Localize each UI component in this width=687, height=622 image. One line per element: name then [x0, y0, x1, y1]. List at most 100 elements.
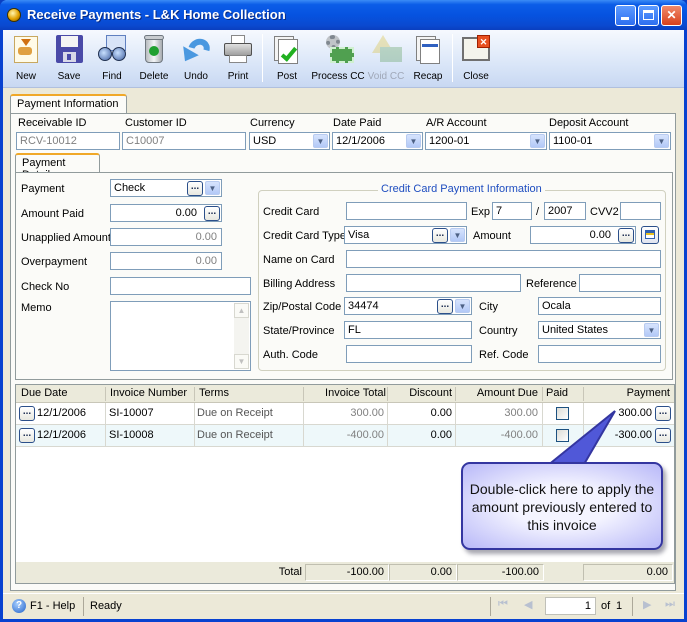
- overpayment-field[interactable]: 0.00: [110, 252, 222, 270]
- column-divider[interactable]: [303, 387, 304, 401]
- col-due-date[interactable]: Due Date: [21, 387, 67, 399]
- previous-page-icon[interactable]: ◀: [524, 598, 532, 611]
- state-field[interactable]: FL: [344, 321, 472, 339]
- next-page-icon[interactable]: ▶: [643, 598, 651, 611]
- currency-select[interactable]: USD ▼: [249, 132, 330, 150]
- col-discount[interactable]: Discount: [409, 387, 452, 399]
- ellipsis-icon[interactable]: ...: [204, 206, 220, 221]
- find-button[interactable]: Find: [91, 33, 133, 82]
- receivable-id-field[interactable]: RCV-10012: [16, 132, 120, 150]
- ellipsis-icon[interactable]: ...: [655, 406, 671, 421]
- ellipsis-icon[interactable]: ...: [618, 228, 634, 243]
- payment-method-select[interactable]: Check... ▼: [110, 179, 222, 197]
- ref-code-field[interactable]: [538, 345, 661, 363]
- post-button[interactable]: Post: [266, 33, 308, 82]
- status-divider: [490, 597, 491, 616]
- save-button[interactable]: Save: [48, 33, 90, 82]
- scroll-up-icon[interactable]: ▲: [234, 303, 249, 318]
- country-select[interactable]: United States ▼: [538, 321, 661, 339]
- recap-button[interactable]: Recap: [407, 33, 449, 82]
- first-page-icon[interactable]: ⏮: [498, 598, 508, 611]
- column-divider[interactable]: [542, 387, 543, 401]
- ellipsis-icon[interactable]: ...: [19, 428, 35, 443]
- auth-code-field[interactable]: [346, 345, 472, 363]
- credit-card-field[interactable]: [346, 202, 467, 220]
- memo-scrollbar[interactable]: ▲ ▼: [234, 303, 249, 369]
- card-type-select[interactable]: Visa... ▼: [344, 226, 467, 244]
- chevron-down-icon[interactable]: ▼: [313, 134, 328, 148]
- cc-amount-field[interactable]: 0.00...: [530, 226, 636, 244]
- col-invoice-number[interactable]: Invoice Number: [110, 387, 187, 399]
- memo-textarea[interactable]: ▲ ▼: [110, 301, 251, 371]
- billing-address-field[interactable]: [346, 274, 521, 292]
- total-amount-due: -100.00: [457, 564, 544, 581]
- close-label: Close: [463, 71, 489, 82]
- cc-amount-label: Amount: [473, 230, 511, 242]
- delete-button[interactable]: Delete: [133, 33, 175, 82]
- name-on-card-field[interactable]: [346, 250, 661, 268]
- ellipsis-icon[interactable]: ...: [655, 428, 671, 443]
- chevron-down-icon[interactable]: ▼: [450, 228, 465, 242]
- chevron-down-icon[interactable]: ▼: [455, 299, 470, 313]
- minimize-button[interactable]: [615, 5, 636, 26]
- column-divider[interactable]: [387, 387, 388, 401]
- chevron-down-icon[interactable]: ▼: [406, 134, 421, 148]
- chevron-down-icon[interactable]: ▼: [654, 134, 669, 148]
- zip-select[interactable]: 34474... ▼: [344, 297, 472, 315]
- maximize-button[interactable]: [638, 5, 659, 26]
- ar-account-select[interactable]: 1200-01 ▼: [425, 132, 547, 150]
- last-page-icon[interactable]: ⏭: [665, 598, 675, 611]
- amount-paid-field[interactable]: 0.00...: [110, 204, 222, 222]
- cvv2-field[interactable]: [620, 202, 661, 220]
- payment-cell[interactable]: 300.00: [618, 407, 652, 419]
- close-window-button[interactable]: ✕: [661, 5, 682, 26]
- new-button[interactable]: New: [5, 33, 47, 82]
- amount-due-cell: -400.00: [500, 429, 538, 441]
- cell-divider: [387, 403, 388, 425]
- ellipsis-icon[interactable]: ...: [187, 181, 203, 196]
- name-on-card-label: Name on Card: [263, 254, 335, 266]
- col-terms[interactable]: Terms: [199, 387, 229, 399]
- ellipsis-icon[interactable]: ...: [432, 228, 448, 243]
- chevron-down-icon[interactable]: ▼: [205, 181, 220, 195]
- reference-field[interactable]: [579, 274, 661, 292]
- close-button[interactable]: ✕ Close: [455, 33, 497, 82]
- column-divider[interactable]: [455, 387, 456, 401]
- void-cc-button[interactable]: Void CC: [364, 33, 408, 82]
- date-paid-picker[interactable]: 12/1/2006 ▼: [332, 132, 423, 150]
- exp-year-field[interactable]: 2007: [544, 202, 586, 220]
- customer-id-field[interactable]: C10007: [122, 132, 246, 150]
- check-no-field[interactable]: [110, 277, 251, 295]
- unapplied-amount-field[interactable]: 0.00: [110, 228, 222, 246]
- process-cc-button[interactable]: Process CC: [311, 33, 365, 82]
- exp-month-field[interactable]: 7: [492, 202, 532, 220]
- page-number-field[interactable]: 1: [545, 597, 596, 615]
- scroll-down-icon[interactable]: ▼: [234, 354, 249, 369]
- check-no-label: Check No: [21, 281, 70, 293]
- tab-payment-detail[interactable]: Payment Detail: [15, 153, 100, 181]
- title-bar[interactable]: Receive Payments - L&K Home Collection ✕: [0, 0, 687, 30]
- col-amount-due[interactable]: Amount Due: [477, 387, 538, 399]
- help-icon[interactable]: ?: [12, 599, 26, 613]
- exp-separator: /: [536, 206, 540, 218]
- ellipsis-icon[interactable]: ...: [19, 406, 35, 421]
- card-swipe-button[interactable]: [641, 226, 659, 244]
- undo-button[interactable]: Undo: [175, 33, 217, 82]
- column-divider[interactable]: [105, 387, 106, 401]
- help-label[interactable]: F1 - Help: [30, 600, 75, 612]
- col-paid[interactable]: Paid: [546, 387, 568, 399]
- column-divider[interactable]: [194, 387, 195, 401]
- ellipsis-icon[interactable]: ...: [437, 299, 453, 314]
- discount-cell[interactable]: 0.00: [431, 429, 452, 441]
- chevron-down-icon[interactable]: ▼: [644, 323, 659, 337]
- city-field[interactable]: Ocala: [538, 297, 661, 315]
- deposit-account-select[interactable]: 1100-01 ▼: [549, 132, 671, 150]
- col-payment[interactable]: Payment: [627, 387, 670, 399]
- print-button[interactable]: Print: [217, 33, 259, 82]
- chevron-down-icon[interactable]: ▼: [530, 134, 545, 148]
- col-invoice-total[interactable]: Invoice Total: [325, 387, 386, 399]
- date-paid-label: Date Paid: [333, 117, 382, 129]
- discount-cell[interactable]: 0.00: [431, 407, 452, 419]
- tab-payment-information[interactable]: Payment Information: [10, 94, 127, 114]
- column-divider[interactable]: [583, 387, 584, 401]
